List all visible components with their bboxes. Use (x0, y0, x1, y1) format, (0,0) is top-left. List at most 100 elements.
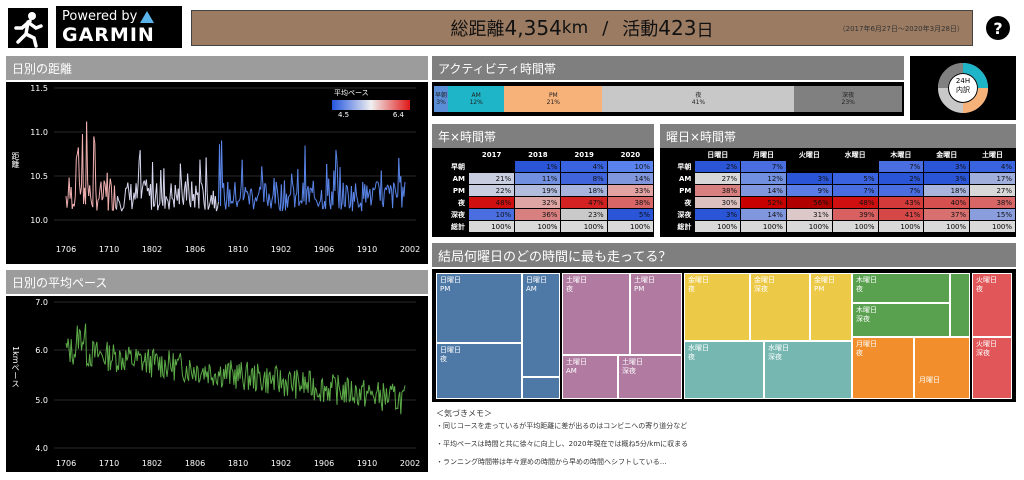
distance-line-seg (113, 185, 116, 207)
table-cell: 15% (969, 208, 1016, 221)
distance-line-seg (75, 153, 78, 159)
y-tick: 7.0 (35, 298, 48, 307)
table-row: 深夜 10% 36% 23% 5% (432, 208, 655, 221)
table-col-header: 2018 (514, 148, 562, 161)
total-label: 総距離 (450, 19, 505, 40)
help-button[interactable]: ? (986, 16, 1010, 40)
table-cell: 5% (831, 172, 879, 185)
weekday-table-header: 曜日×時間帯 (660, 124, 1016, 148)
table-cell: 100% (969, 220, 1016, 233)
table-cell: 9% (785, 184, 833, 197)
table-row-label: 早朝 (432, 160, 469, 173)
treemap-title: 結局何曜日のどの時間に最も走ってる？ (438, 249, 672, 265)
distance-line-seg (347, 194, 350, 209)
distance-line-seg (127, 182, 130, 192)
pace-line (65, 323, 406, 415)
tm-sat-am: 土曜日 AM (562, 355, 618, 399)
tm-mon-night: 月曜日 夜 (852, 337, 914, 399)
table-cell: 40% (923, 196, 971, 209)
distance-line-seg (70, 187, 73, 209)
x-tick: 1802 (142, 245, 162, 254)
weekday-table: 日曜日 月曜日 火曜日 水曜日 木曜日 金曜日 土曜日 早朝 2% 7% 7% 3% 4% AM 27% 12… (659, 148, 1016, 233)
distance-line-seg (208, 201, 211, 207)
distance-line-seg (152, 162, 155, 207)
distance-line-seg (221, 140, 224, 189)
distance-line-seg (137, 160, 140, 184)
table-cell: 100% (740, 220, 787, 233)
table-cell: 38% (606, 196, 655, 209)
year-table: 2017 2018 2019 2020 早朝 1% 4% 10% AM 21% 11% 8% 14% PM… (432, 148, 655, 233)
distance-panel-title: 日別の距離 (12, 61, 73, 76)
distance-chart: 11.5 11.0 10.5 10.0 1706 1710 1802 1806 1810 1902… (6, 82, 428, 264)
table-cell: 3% (785, 172, 833, 185)
pace-panel-header: 日別の平均ペース (6, 270, 428, 294)
table-cell: 1% (514, 160, 562, 173)
table-cell: 30% (694, 196, 742, 209)
table-cell: 14% (740, 184, 787, 197)
tm-mon-small: 月曜日 (914, 337, 970, 399)
distance-line-seg (297, 169, 300, 206)
distance-line-seg (274, 181, 277, 204)
table-cell: 39% (831, 208, 879, 221)
table-row: AM 21% 11% 8% 14% (432, 172, 655, 185)
distance-line-seg (369, 189, 372, 206)
table-col-header: 2019 (560, 148, 608, 161)
y-tick: 5.0 (35, 396, 48, 405)
distance-line-seg (294, 195, 297, 208)
distance-line-seg (308, 188, 311, 203)
activity-bar: 早朝 3% AM 12% PM 21% 夜 41% 深夜 23% (434, 86, 902, 112)
table-row: 夜 30% 52% 56% 48% 43% 40% 38% (659, 196, 1016, 209)
distance-line-seg (154, 194, 157, 207)
distance-line-seg (115, 196, 119, 210)
activity-panel: 早朝 3% AM 12% PM 21% 夜 41% 深夜 23% (432, 82, 904, 116)
distance-line-seg (268, 193, 271, 201)
table-cell: 3% (923, 172, 971, 185)
distance-line-seg (94, 143, 97, 192)
distance-line-seg (170, 183, 173, 199)
x-tick: 1902 (271, 245, 291, 254)
distance-line-seg (216, 201, 219, 209)
distance-line-seg (357, 200, 360, 208)
distance-line-seg (205, 157, 208, 193)
distance-line-seg (234, 182, 237, 201)
distance-line-seg (280, 184, 283, 211)
distance-line-seg (206, 192, 209, 210)
distance-line-seg (200, 182, 203, 185)
table-cell: 2% (694, 160, 742, 173)
distance-line-seg (339, 167, 342, 210)
distance-line-seg (179, 163, 182, 183)
memo-line-3: ・ランニング時間帯は年々遅めの時間から早めの時間へシフトしている… (436, 458, 667, 466)
x-tick: 1906 (314, 245, 334, 254)
distance-panel-header: 日別の距離 (6, 56, 428, 80)
table-col-header: 日曜日 (694, 148, 742, 161)
help-icon: ? (993, 18, 1003, 38)
table-row: 早朝 1% 4% 10% (432, 160, 655, 173)
garmin-logo: Powered by GARMIN (56, 6, 182, 48)
distance-line-seg (377, 182, 380, 189)
distance-line-seg (182, 188, 185, 205)
table-cell: 11% (514, 172, 562, 185)
table-row-label: 総計 (659, 220, 696, 233)
distance-line-seg (201, 184, 204, 191)
table-cell: 23% (560, 208, 608, 221)
table-row: PM 38% 14% 9% 7% 7% 18% 27% (659, 184, 1016, 197)
distance-line-seg (385, 184, 388, 191)
table-col-header: 2020 (606, 148, 655, 161)
tm-sat-night: 土曜日 夜 (562, 273, 630, 355)
table-cell: 7% (831, 184, 879, 197)
table-cell: 18% (560, 184, 608, 197)
activity-segment-4: 深夜 23% (794, 86, 902, 112)
distance-line-seg (380, 170, 383, 203)
year-table-title: 年×時間帯 (438, 129, 497, 144)
table-row: 早朝 2% 7% 7% 3% 4% (659, 160, 1016, 173)
distance-line-seg (180, 182, 183, 199)
distance-line-seg (194, 185, 197, 208)
memo-line-1: ・同じコースを走っているが平均距離に差が出るのはコンビニへの寄り道分など (436, 422, 688, 430)
tm-wed-late: 水曜日 深夜 (764, 341, 852, 399)
table-col-header: 水曜日 (831, 148, 879, 161)
table-cell: 4% (560, 160, 608, 173)
distance-line-seg (124, 187, 127, 199)
distance-line-seg (123, 198, 126, 208)
table-cell: 5% (606, 208, 655, 221)
distance-line-seg (392, 182, 395, 209)
